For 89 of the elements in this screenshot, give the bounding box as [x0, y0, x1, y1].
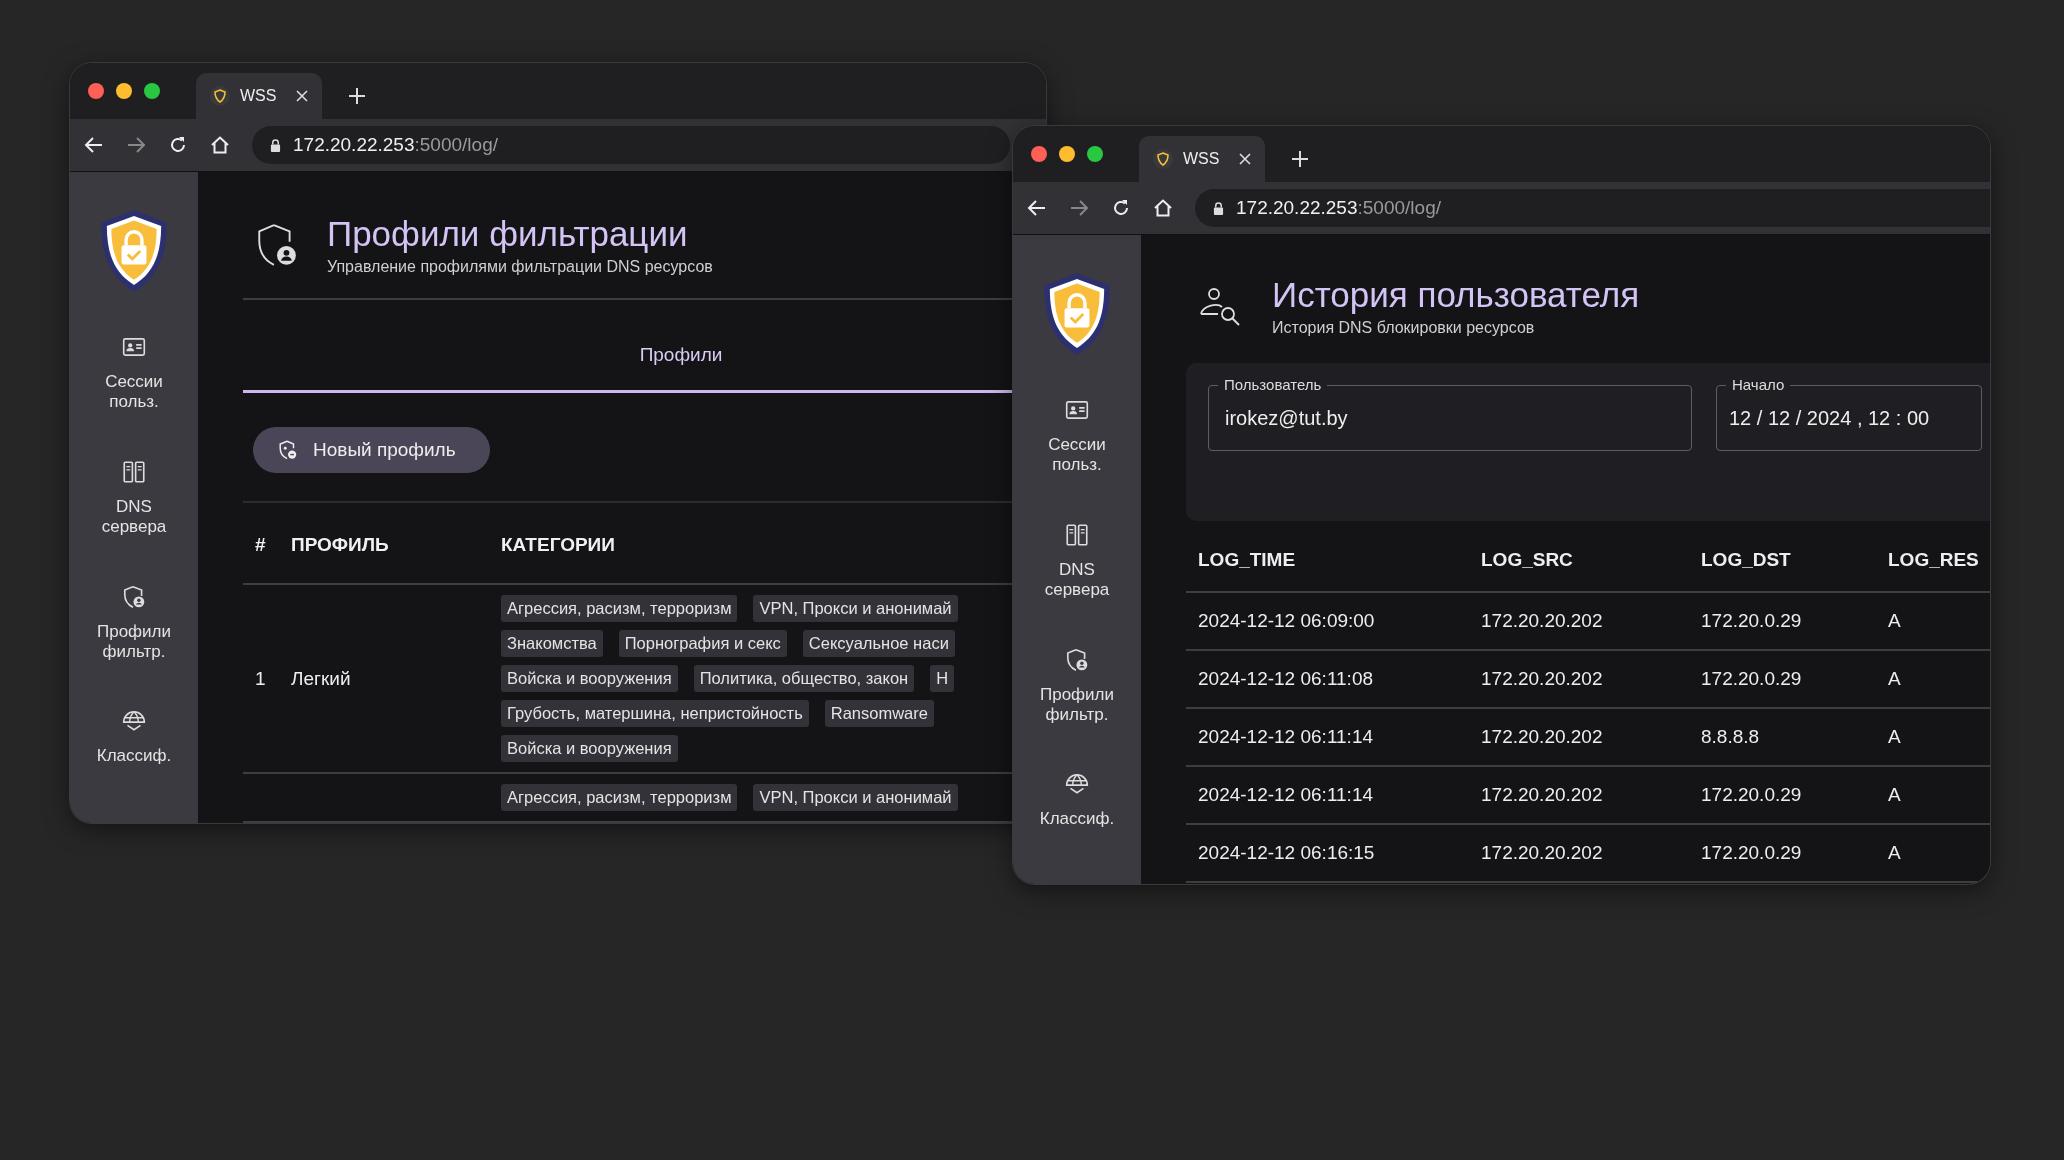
new-profile-button[interactable]: Новый профиль [253, 427, 490, 473]
table-cell-text: 2024-12-12 06:09:00 [1197, 610, 1376, 632]
column-header: КАТЕГОРИИ [501, 534, 615, 556]
table-cell: Легкий [291, 667, 351, 689]
server-columns-icon [121, 458, 147, 485]
table-cell-text: A [1888, 784, 1902, 806]
browser-tab[interactable]: WSS [1139, 136, 1265, 182]
table-cell-text: 172.20.0.29 [1701, 842, 1803, 864]
shield-user-icon [1064, 646, 1090, 673]
column-header: ПРОФИЛЬ [291, 534, 390, 556]
input-field[interactable]: Пользователь irokez@tut.by [1208, 375, 1692, 521]
sidebar-item[interactable]: Классиф. [1022, 771, 1132, 830]
category-tag: Ransomware [824, 700, 934, 727]
column-header: # [254, 534, 267, 556]
category-tag: Агрессия, расизм, терроризм [501, 595, 738, 622]
table-cell-text: 2024-12-12 06:16:15 [1197, 842, 1376, 864]
page-title: История пользователя [1272, 275, 1640, 315]
back-arrow-icon[interactable] [84, 135, 104, 155]
table-cell-text: A [1888, 668, 1902, 690]
category-tag: Войска и вооружения [501, 735, 678, 762]
shield-favicon-icon [1153, 149, 1173, 169]
sidebar-item[interactable]: Сессии польз. [79, 334, 189, 413]
close-tab-icon[interactable] [1239, 153, 1251, 165]
minimize-window-button[interactable] [1059, 146, 1075, 162]
page-title: Профили фильтрации [327, 214, 689, 254]
close-window-button[interactable] [1031, 146, 1047, 162]
table-cell-text: A [1888, 726, 1902, 748]
category-tag: VPN, Прокси и анонимай [753, 784, 958, 811]
input-field[interactable]: Начало 12 / 12 / 2024 , 12 : 00 [1716, 375, 1982, 521]
sidebar-item[interactable]: Профили фильтр. [79, 583, 189, 663]
category-tag: Грубость, матершина, непристойность [501, 700, 809, 727]
category-tag: Политика, общество, закон [693, 665, 915, 692]
sidebar-item[interactable]: DNS сервера [79, 458, 189, 538]
shield-favicon-icon [210, 86, 230, 106]
category-tag: VPN, Прокси и анонимай [753, 595, 958, 622]
shield-user-icon [121, 583, 147, 610]
reload-icon[interactable] [168, 135, 188, 155]
address-field[interactable]: 172.20.22.253:5000/log/ [252, 126, 1010, 164]
table-cell-text: 172.20.20.202 [1481, 784, 1604, 806]
new-tab-icon[interactable] [1291, 150, 1309, 168]
table-cell-text: 172.20.20.202 [1481, 610, 1604, 632]
category-tag: Знакомства [501, 630, 603, 657]
close-tab-icon[interactable] [296, 90, 308, 102]
category-tag: Сексуальное наси [802, 630, 955, 657]
table-cell-text: 8.8.8.8 [1701, 726, 1761, 748]
table-cell-text: 172.20.20.202 [1481, 726, 1604, 748]
column-header: LOG_SRC [1481, 549, 1574, 571]
shield-plus-icon [277, 439, 299, 461]
home-icon[interactable] [210, 135, 230, 155]
forward-arrow-icon[interactable] [126, 135, 146, 155]
table-cell-text: 172.20.0.29 [1701, 668, 1803, 690]
sidebar-item[interactable]: Профили фильтр. [1022, 646, 1132, 726]
home-icon[interactable] [1153, 198, 1173, 218]
address-field[interactable]: 172.20.22.253:5000/log/ [1195, 189, 1990, 227]
category-tag: Агрессия, расизм, терроризм [501, 784, 738, 811]
new-tab-icon[interactable] [348, 87, 366, 105]
lock-icon [1213, 201, 1224, 215]
minimize-window-button[interactable] [116, 83, 132, 99]
table-cell-text: 172.20.20.202 [1481, 842, 1604, 864]
column-header: LOG_DST [1701, 549, 1792, 571]
table-cell: 1 [255, 667, 266, 689]
column-header: LOG_RES [1888, 549, 1980, 571]
category-tag: Порнография и секс [618, 630, 787, 657]
forward-arrow-icon[interactable] [1069, 198, 1089, 218]
close-window-button[interactable] [88, 83, 104, 99]
table-cell-text: 2024-12-12 06:11:14 [1197, 726, 1375, 748]
browser-tab[interactable]: WSS [196, 73, 322, 119]
column-header: LOG_TIME [1197, 549, 1297, 571]
category-tag: Войска и вооружения [501, 665, 678, 692]
back-arrow-icon[interactable] [1027, 198, 1047, 218]
page-subtitle: История DNS блокировки ресурсов [1272, 319, 1536, 337]
server-columns-icon [1064, 521, 1090, 548]
table-cell-text: 2024-12-12 06:11:08 [1197, 668, 1375, 690]
sidebar-item[interactable]: Сессии польз. [1022, 397, 1132, 476]
maximize-window-button[interactable] [144, 83, 160, 99]
sidebar-item[interactable]: Классиф. [79, 708, 189, 767]
lock-icon [270, 138, 281, 152]
shield-user-icon [255, 222, 297, 268]
category-tag: Н [930, 665, 955, 692]
table-cell-text: A [1888, 610, 1902, 632]
sidebar-item[interactable]: DNS сервера [1022, 521, 1132, 601]
table-cell-text: 2024-12-12 06:11:14 [1197, 784, 1375, 806]
table-cell-text: 172.20.0.29 [1701, 610, 1803, 632]
table-cell-text: 172.20.0.29 [1701, 784, 1803, 806]
maximize-window-button[interactable] [1087, 146, 1103, 162]
page-subtitle: Управление профилями фильтрации DNS ресурсов [327, 258, 713, 276]
table-cell-text: 172.20.20.202 [1481, 668, 1604, 690]
table-cell-text: A [1888, 842, 1902, 864]
reload-icon[interactable] [1111, 198, 1131, 218]
